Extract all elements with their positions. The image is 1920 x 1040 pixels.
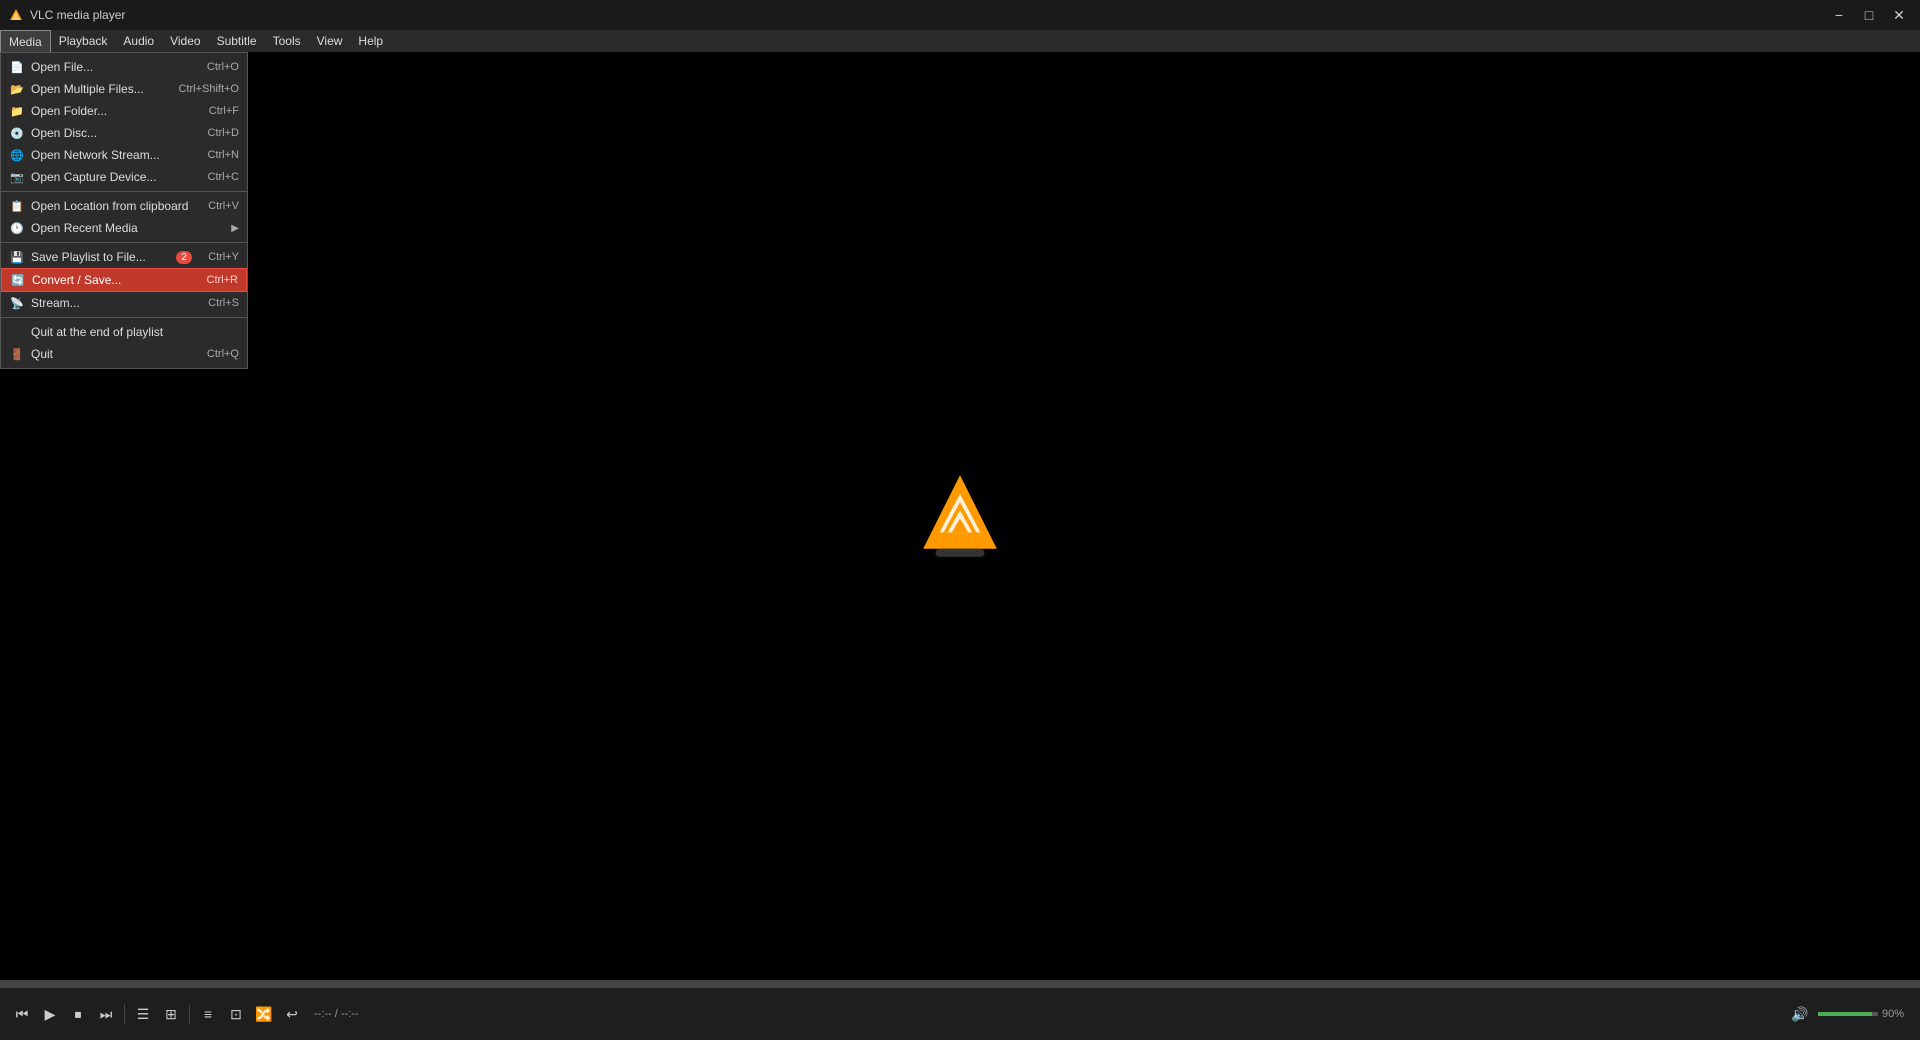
save-playlist-label: Save Playlist to File... <box>27 250 172 264</box>
menu-item-view[interactable]: View <box>309 30 351 52</box>
menu-stream[interactable]: 📡 Stream... Ctrl+S <box>1 292 247 314</box>
menu-convert-save[interactable]: 🔄 Convert / Save... Ctrl+R <box>1 268 247 292</box>
menu-open-multiple[interactable]: 📂 Open Multiple Files... Ctrl+Shift+O <box>1 78 247 100</box>
stream-label: Stream... <box>27 296 192 310</box>
convert-save-shortcut: Ctrl+R <box>191 274 238 286</box>
menu-bar: Media Playback Audio Video Subtitle Tool… <box>0 30 1920 52</box>
loop-button[interactable]: ↩ <box>278 1000 306 1028</box>
stop-button[interactable]: ⏹ <box>64 1000 92 1028</box>
toggle-playlist-button[interactable]: ☰ <box>129 1000 157 1028</box>
open-recent-label: Open Recent Media <box>27 221 231 235</box>
menu-quit[interactable]: 🚪 Quit Ctrl+Q <box>1 343 247 365</box>
open-capture-label: Open Capture Device... <box>27 170 192 184</box>
window-title: VLC media player <box>30 8 125 22</box>
open-folder-shortcut: Ctrl+F <box>193 105 239 117</box>
menu-quit-playlist[interactable]: Quit at the end of playlist <box>1 321 247 343</box>
ctrl-sep-1 <box>124 1004 125 1024</box>
stream-shortcut: Ctrl+S <box>192 297 239 309</box>
save-icon: 💾 <box>7 251 27 264</box>
maximize-button[interactable]: □ <box>1856 5 1882 25</box>
menu-item-media[interactable]: Media <box>0 30 51 52</box>
menu-item-help[interactable]: Help <box>350 30 391 52</box>
menu-open-folder[interactable]: 📁 Open Folder... Ctrl+F <box>1 100 247 122</box>
volume-bar[interactable] <box>1818 1012 1878 1016</box>
save-playlist-badge: 2 <box>176 251 192 264</box>
menu-open-recent[interactable]: 🕐 Open Recent Media ▶ <box>1 217 247 239</box>
play-button[interactable]: ▶ <box>36 1000 64 1028</box>
open-location-shortcut: Ctrl+V <box>192 200 239 212</box>
random-button[interactable]: 🔀 <box>250 1000 278 1028</box>
open-network-shortcut: Ctrl+N <box>192 149 239 161</box>
multiple-files-icon: 📂 <box>7 83 27 96</box>
menu-open-location[interactable]: 📋 Open Location from clipboard Ctrl+V <box>1 195 247 217</box>
title-bar-left: VLC media player <box>8 7 125 23</box>
vlc-logo-small <box>8 7 24 23</box>
show-playlist-button[interactable]: ≡ <box>194 1000 222 1028</box>
network-icon: 🌐 <box>7 149 27 162</box>
progress-bar[interactable] <box>0 980 1920 988</box>
minimize-button[interactable]: − <box>1826 5 1852 25</box>
capture-icon: 📷 <box>7 171 27 184</box>
quit-label: Quit <box>27 347 191 361</box>
recent-icon: 🕐 <box>7 222 27 235</box>
file-icon: 📄 <box>7 61 27 74</box>
volume-icon[interactable]: 🔊 <box>1786 1000 1814 1028</box>
open-file-shortcut: Ctrl+O <box>191 61 239 73</box>
frame-button[interactable]: ⊡ <box>222 1000 250 1028</box>
menu-item-audio[interactable]: Audio <box>115 30 162 52</box>
time-display: --:-- / --:-- <box>314 1008 359 1020</box>
menu-open-capture[interactable]: 📷 Open Capture Device... Ctrl+C <box>1 166 247 188</box>
media-dropdown-menu: 📄 Open File... Ctrl+O 📂 Open Multiple Fi… <box>0 52 248 369</box>
close-button[interactable]: ✕ <box>1886 5 1912 25</box>
volume-label: 90% <box>1882 1008 1912 1020</box>
convert-save-label: Convert / Save... <box>28 273 191 287</box>
ctrl-sep-2 <box>189 1004 190 1024</box>
open-file-label: Open File... <box>27 60 191 74</box>
open-capture-shortcut: Ctrl+C <box>192 171 239 183</box>
menu-item-subtitle[interactable]: Subtitle <box>209 30 265 52</box>
separator-3 <box>1 317 247 318</box>
clipboard-icon: 📋 <box>7 200 27 213</box>
menu-item-tools[interactable]: Tools <box>265 30 309 52</box>
quit-icon: 🚪 <box>7 348 27 361</box>
submenu-arrow: ▶ <box>231 223 239 234</box>
convert-icon: 🔄 <box>8 274 28 287</box>
controls-row: ⏮ ▶ ⏹ ⏭ ☰ ⊞ ≡ ⊡ 🔀 ↩ --:-- / --:-- 🔊 90% <box>0 988 1920 1040</box>
open-disc-shortcut: Ctrl+D <box>192 127 239 139</box>
video-area <box>0 52 1920 980</box>
disc-icon: 💿 <box>7 127 27 140</box>
folder-icon: 📁 <box>7 105 27 118</box>
save-playlist-shortcut: Ctrl+Y <box>192 251 239 263</box>
extended-settings-button[interactable]: ⊞ <box>157 1000 185 1028</box>
title-bar: VLC media player − □ ✕ <box>0 0 1920 30</box>
volume-area: 🔊 90% <box>1786 1000 1912 1028</box>
menu-open-network[interactable]: 🌐 Open Network Stream... Ctrl+N <box>1 144 247 166</box>
quit-shortcut: Ctrl+Q <box>191 348 239 360</box>
open-disc-label: Open Disc... <box>27 126 192 140</box>
open-location-label: Open Location from clipboard <box>27 199 192 213</box>
next-button[interactable]: ⏭ <box>92 1000 120 1028</box>
open-folder-label: Open Folder... <box>27 104 193 118</box>
open-multiple-label: Open Multiple Files... <box>27 82 162 96</box>
stream-icon: 📡 <box>7 297 27 310</box>
menu-item-playback[interactable]: Playback <box>51 30 116 52</box>
open-network-label: Open Network Stream... <box>27 148 192 162</box>
quit-playlist-label: Quit at the end of playlist <box>27 325 239 339</box>
menu-open-disc[interactable]: 💿 Open Disc... Ctrl+D <box>1 122 247 144</box>
open-multiple-shortcut: Ctrl+Shift+O <box>162 83 239 95</box>
menu-item-video[interactable]: Video <box>162 30 208 52</box>
menu-save-playlist[interactable]: 💾 Save Playlist to File... 2 Ctrl+Y <box>1 246 247 268</box>
menu-open-file[interactable]: 📄 Open File... Ctrl+O <box>1 56 247 78</box>
separator-1 <box>1 191 247 192</box>
title-bar-controls: − □ ✕ <box>1826 5 1912 25</box>
volume-fill <box>1818 1012 1872 1016</box>
prev-button[interactable]: ⏮ <box>8 1000 36 1028</box>
bottom-bar: ⏮ ▶ ⏹ ⏭ ☰ ⊞ ≡ ⊡ 🔀 ↩ --:-- / --:-- 🔊 90% <box>0 980 1920 1040</box>
separator-2 <box>1 242 247 243</box>
vlc-cone-logo <box>915 471 1005 561</box>
